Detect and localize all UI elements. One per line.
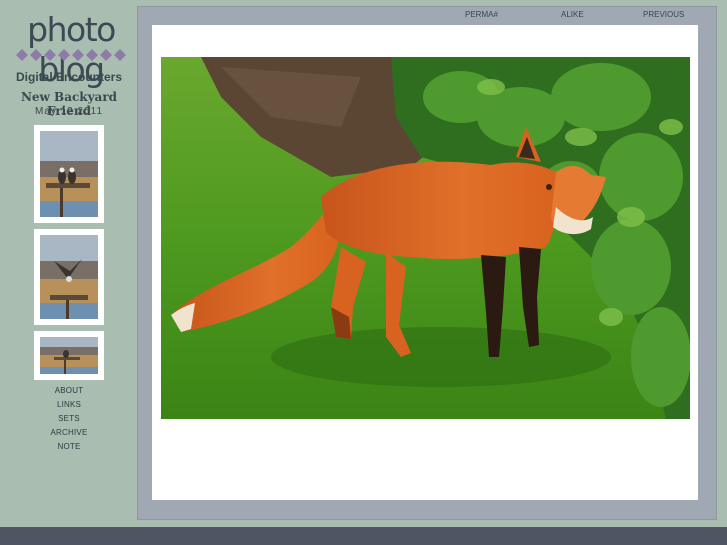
logo-diamonds-icon bbox=[16, 49, 126, 61]
sidebar-nav: ABOUT LINKS SETS ARCHIVE NOTE bbox=[0, 384, 138, 454]
nav-previous[interactable]: PREVIOUS bbox=[643, 10, 684, 19]
nav-note[interactable]: NOTE bbox=[0, 440, 138, 454]
thumbnail-1-image bbox=[40, 131, 98, 217]
thumbnail-2[interactable] bbox=[34, 229, 104, 325]
main-photo[interactable] bbox=[161, 57, 690, 419]
nav-links[interactable]: LINKS bbox=[0, 398, 138, 412]
thumbnail-3[interactable] bbox=[34, 331, 104, 380]
bottom-bar bbox=[0, 527, 727, 545]
sidebar: photo blog Digital Encounters New Backya… bbox=[0, 0, 136, 527]
site-logo[interactable]: photo blog bbox=[10, 10, 132, 89]
post-date: May 12 2011 bbox=[34, 106, 104, 117]
nav-alike[interactable]: ALIKE bbox=[561, 10, 584, 19]
site-title[interactable]: Digital Encounters bbox=[0, 70, 138, 84]
photo-frame: PERMA# ALIKE PREVIOUS bbox=[137, 6, 717, 520]
thumbnail-3-image bbox=[40, 337, 98, 374]
nav-about[interactable]: ABOUT bbox=[0, 384, 138, 398]
nav-archive[interactable]: ARCHIVE bbox=[0, 426, 138, 440]
nav-perma[interactable]: PERMA# bbox=[465, 10, 498, 19]
thumbnail-1[interactable] bbox=[34, 125, 104, 223]
thumbnail-2-image bbox=[40, 235, 98, 319]
photo-paper bbox=[152, 25, 698, 500]
nav-sets[interactable]: SETS bbox=[0, 412, 138, 426]
